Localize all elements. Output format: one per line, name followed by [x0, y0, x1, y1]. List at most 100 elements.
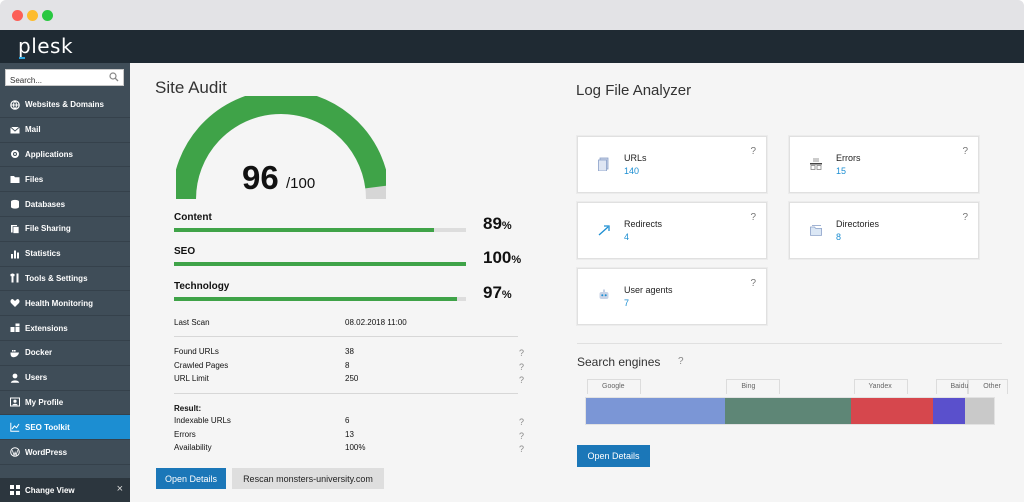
metric-progress-fill — [174, 228, 434, 232]
stat-value: 100% — [345, 443, 366, 452]
search-engines-title: Search engines — [577, 355, 661, 369]
sidebar-item-tools-settings[interactable]: Tools & Settings — [0, 267, 130, 292]
redirects-card[interactable]: Redirects 4? — [577, 202, 767, 259]
close-icon[interactable]: × — [117, 483, 123, 495]
sidebar-item-databases[interactable]: Databases — [0, 192, 130, 217]
percent-sign: % — [501, 289, 512, 301]
sidebar-item-mail[interactable]: Mail — [0, 118, 130, 143]
top-bar: plesk — [0, 30, 1024, 63]
gear-icon — [11, 150, 19, 159]
directories-card[interactable]: Directories 8? — [789, 202, 979, 259]
result-label: Result: — [174, 404, 202, 413]
card-value-link[interactable]: 8 — [836, 232, 841, 242]
sidebar-item-file-sharing[interactable]: File Sharing — [0, 217, 130, 242]
card-value-link[interactable]: 7 — [624, 298, 629, 308]
help-icon[interactable]: ? — [519, 417, 524, 427]
sidebar-item-seo-toolkit[interactable]: SEO Toolkit — [0, 415, 130, 441]
help-icon[interactable]: ? — [519, 431, 524, 441]
sidebar-item-my-profile[interactable]: My Profile — [0, 391, 130, 416]
sidebar-item-files[interactable]: Files — [0, 167, 130, 193]
search-engine-segment-yandex[interactable] — [851, 398, 933, 424]
folder-icon — [10, 176, 20, 184]
tools-icon — [10, 273, 19, 283]
search-engine-label-bing: Bing — [726, 379, 781, 394]
help-icon[interactable]: ? — [519, 348, 524, 358]
search-engine-label-yandex: Yandex — [853, 379, 908, 394]
change-view-button[interactable]: Change View × — [0, 478, 130, 502]
card-value-link[interactable]: 15 — [836, 166, 846, 176]
user-agents-card[interactable]: User agents 7? — [577, 268, 767, 325]
sidebar-item-health-monitoring[interactable]: Health Monitoring — [0, 291, 130, 317]
stat-label: Errors — [174, 429, 196, 439]
search-icon[interactable] — [109, 72, 119, 82]
sidebar-item-label: Health Monitoring — [25, 298, 93, 308]
help-icon[interactable]: ? — [962, 146, 968, 157]
sidebar-item-websites-domains[interactable]: Websites & Domains — [0, 93, 130, 118]
sidebar-item-label: Databases — [25, 199, 66, 209]
card-title: URLs — [624, 153, 647, 163]
stat-label: Indexable URLs — [174, 416, 231, 425]
sidebar-item-applications[interactable]: Applications — [0, 143, 130, 168]
sidebar-nav: Websites & Domains Mail Applications Files D… — [0, 93, 130, 465]
help-icon[interactable]: ? — [750, 212, 756, 223]
audit-score: 96 — [242, 159, 279, 196]
metric-percent: 97% — [483, 283, 512, 303]
card-value-link[interactable]: 4 — [624, 232, 629, 242]
sidebar-item-users[interactable]: Users — [0, 366, 130, 391]
search-engine-segment-google[interactable] — [586, 398, 725, 424]
database-icon — [11, 199, 19, 209]
percent-sign: % — [501, 220, 512, 232]
close-window-button[interactable] — [12, 10, 23, 21]
urls-card[interactable]: URLs 140? — [577, 136, 767, 193]
globe-icon — [10, 100, 20, 110]
directory-icon — [810, 225, 822, 236]
seo-chart-icon — [10, 423, 20, 432]
document-icon — [598, 157, 609, 171]
rescan-button[interactable]: Rescan monsters-university.com — [232, 468, 384, 489]
metric-percent-value: 89 — [483, 214, 502, 233]
heart-icon — [10, 299, 20, 308]
docker-icon — [10, 349, 19, 358]
help-icon[interactable]: ? — [750, 146, 756, 157]
sidebar-item-label: SEO Toolkit — [25, 422, 70, 432]
help-icon[interactable]: ? — [519, 444, 524, 454]
search-engine-segment-baidu[interactable] — [932, 398, 966, 424]
sidebar-item-label: Files — [25, 174, 44, 184]
help-icon[interactable]: ? — [519, 362, 524, 372]
last-scan-value: 08.02.2018 11:00 — [345, 318, 407, 327]
help-icon[interactable]: ? — [678, 356, 684, 367]
sidebar-item-label: Docker — [25, 348, 53, 358]
sidebar-item-label: Applications — [25, 149, 74, 159]
plesk-logo[interactable]: plesk — [18, 34, 73, 58]
search-engine-segment-bing[interactable] — [724, 398, 852, 424]
metric-progress-bar — [174, 228, 466, 232]
sidebar-item-wordpress[interactable]: WordPress — [0, 440, 130, 465]
metric-name: Technology — [174, 281, 230, 292]
errors-card[interactable]: Errors 15? — [789, 136, 979, 193]
card-value-link[interactable]: 140 — [624, 166, 639, 176]
metric-progress-fill — [174, 297, 458, 301]
metric-progress-fill — [174, 262, 466, 266]
help-icon[interactable]: ? — [519, 375, 524, 385]
help-icon[interactable]: ? — [962, 212, 968, 223]
stat-value: 250 — [345, 374, 359, 383]
sidebar-item-docker[interactable]: Docker — [0, 341, 130, 366]
search-engine-label-baidu: Baidu — [935, 379, 968, 394]
sidebar-item-label: WordPress — [25, 447, 68, 457]
stat-label: Availability — [174, 443, 212, 452]
search-engines-open-details-button[interactable]: Open Details — [577, 445, 650, 467]
search-engine-label-google: Google — [587, 379, 641, 394]
card-title: Directories — [836, 219, 880, 229]
logo-underline — [19, 57, 25, 59]
search-input[interactable] — [6, 73, 106, 88]
sidebar-item-label: Users — [25, 373, 48, 383]
search-engine-segment-other[interactable] — [965, 398, 994, 424]
sidebar-item-extensions[interactable]: Extensions — [0, 316, 130, 341]
minimize-window-button[interactable] — [27, 10, 38, 21]
maximize-window-button[interactable] — [42, 10, 53, 21]
open-details-button[interactable]: Open Details — [156, 468, 226, 489]
sidebar-item-label: Websites & Domains — [25, 100, 104, 110]
sidebar-item-statistics[interactable]: Statistics — [0, 242, 130, 267]
help-icon[interactable]: ? — [750, 278, 756, 289]
puzzle-icon — [10, 323, 20, 333]
